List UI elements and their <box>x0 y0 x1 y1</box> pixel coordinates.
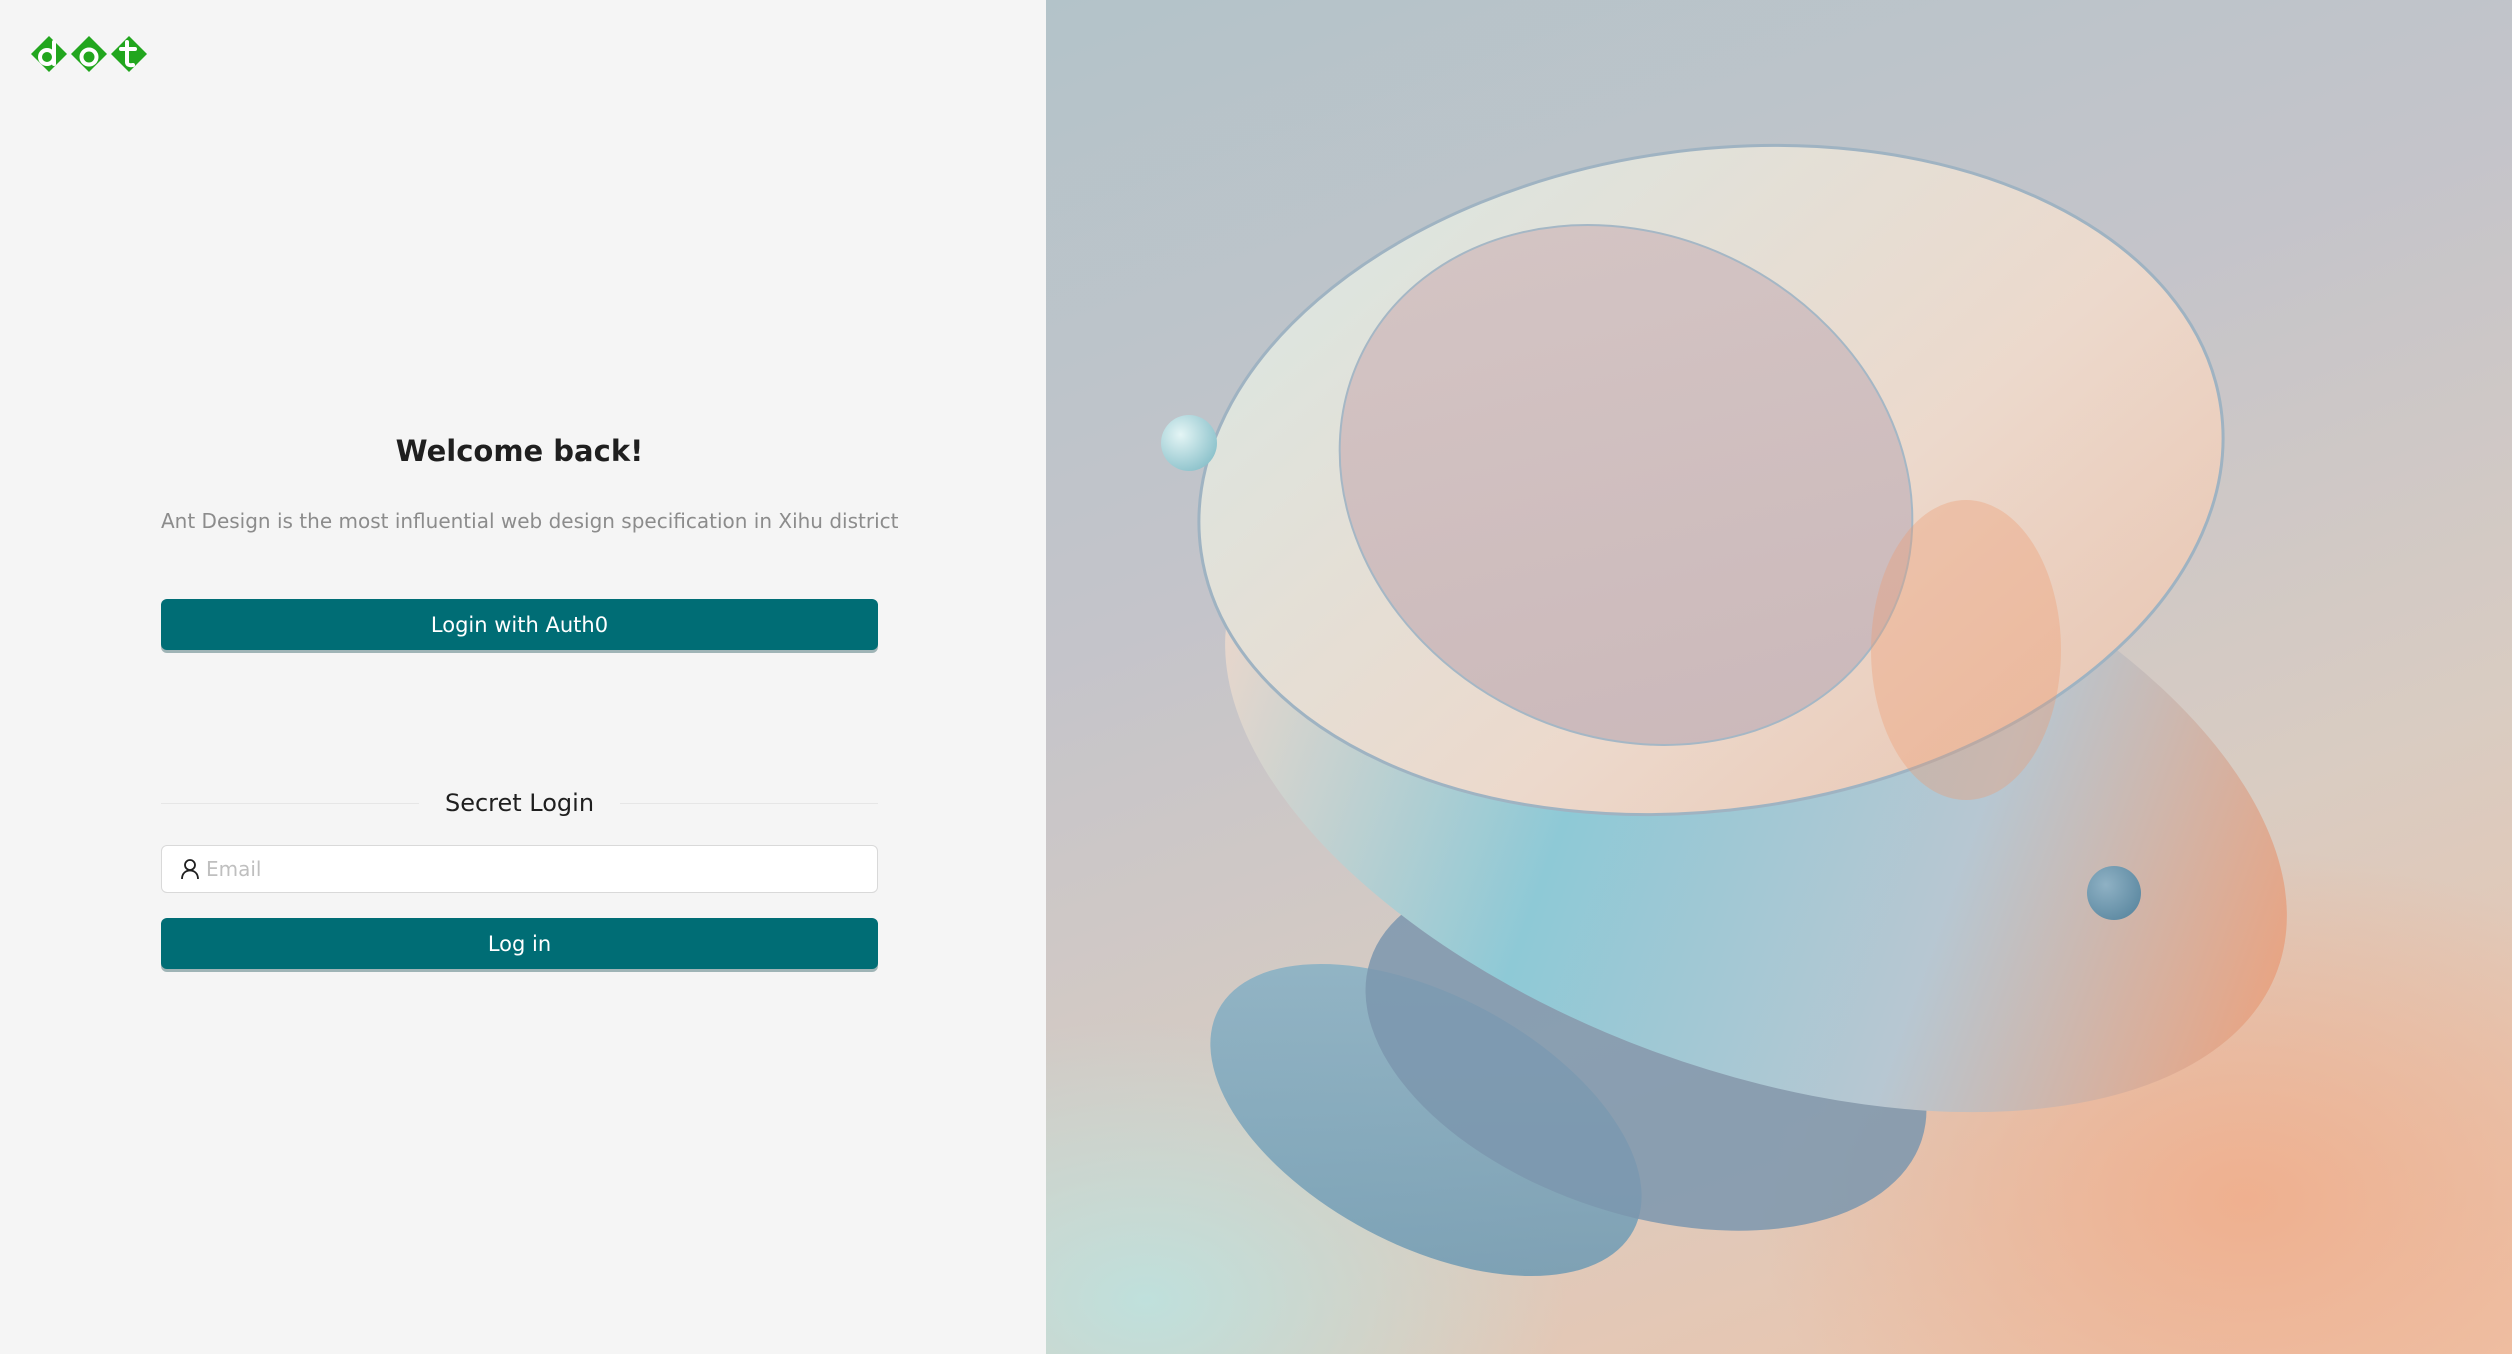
email-field[interactable] <box>161 845 878 893</box>
brand-logo <box>27 30 151 78</box>
secret-login-divider: Secret Login <box>161 787 878 819</box>
abstract-discs-illustration <box>1161 143 2287 1277</box>
page-subtitle: Ant Design is the most influential web d… <box>161 509 899 533</box>
divider-line-right <box>620 802 878 804</box>
login-panel: Welcome back! Ant Design is the most inf… <box>0 0 1046 1354</box>
dot-logo-icon <box>31 36 147 72</box>
email-input[interactable] <box>206 857 877 881</box>
hero-image-panel <box>1046 0 2512 1354</box>
log-in-button[interactable]: Log in <box>161 918 878 969</box>
user-icon <box>181 859 199 880</box>
divider-label: Secret Login <box>444 789 595 817</box>
login-form: Welcome back! Ant Design is the most inf… <box>161 430 899 969</box>
login-with-auth0-button[interactable]: Login with Auth0 <box>161 599 878 650</box>
page-title: Welcome back! <box>395 434 644 468</box>
login-page: Welcome back! Ant Design is the most inf… <box>0 0 2512 1354</box>
divider-line-left <box>161 802 419 804</box>
